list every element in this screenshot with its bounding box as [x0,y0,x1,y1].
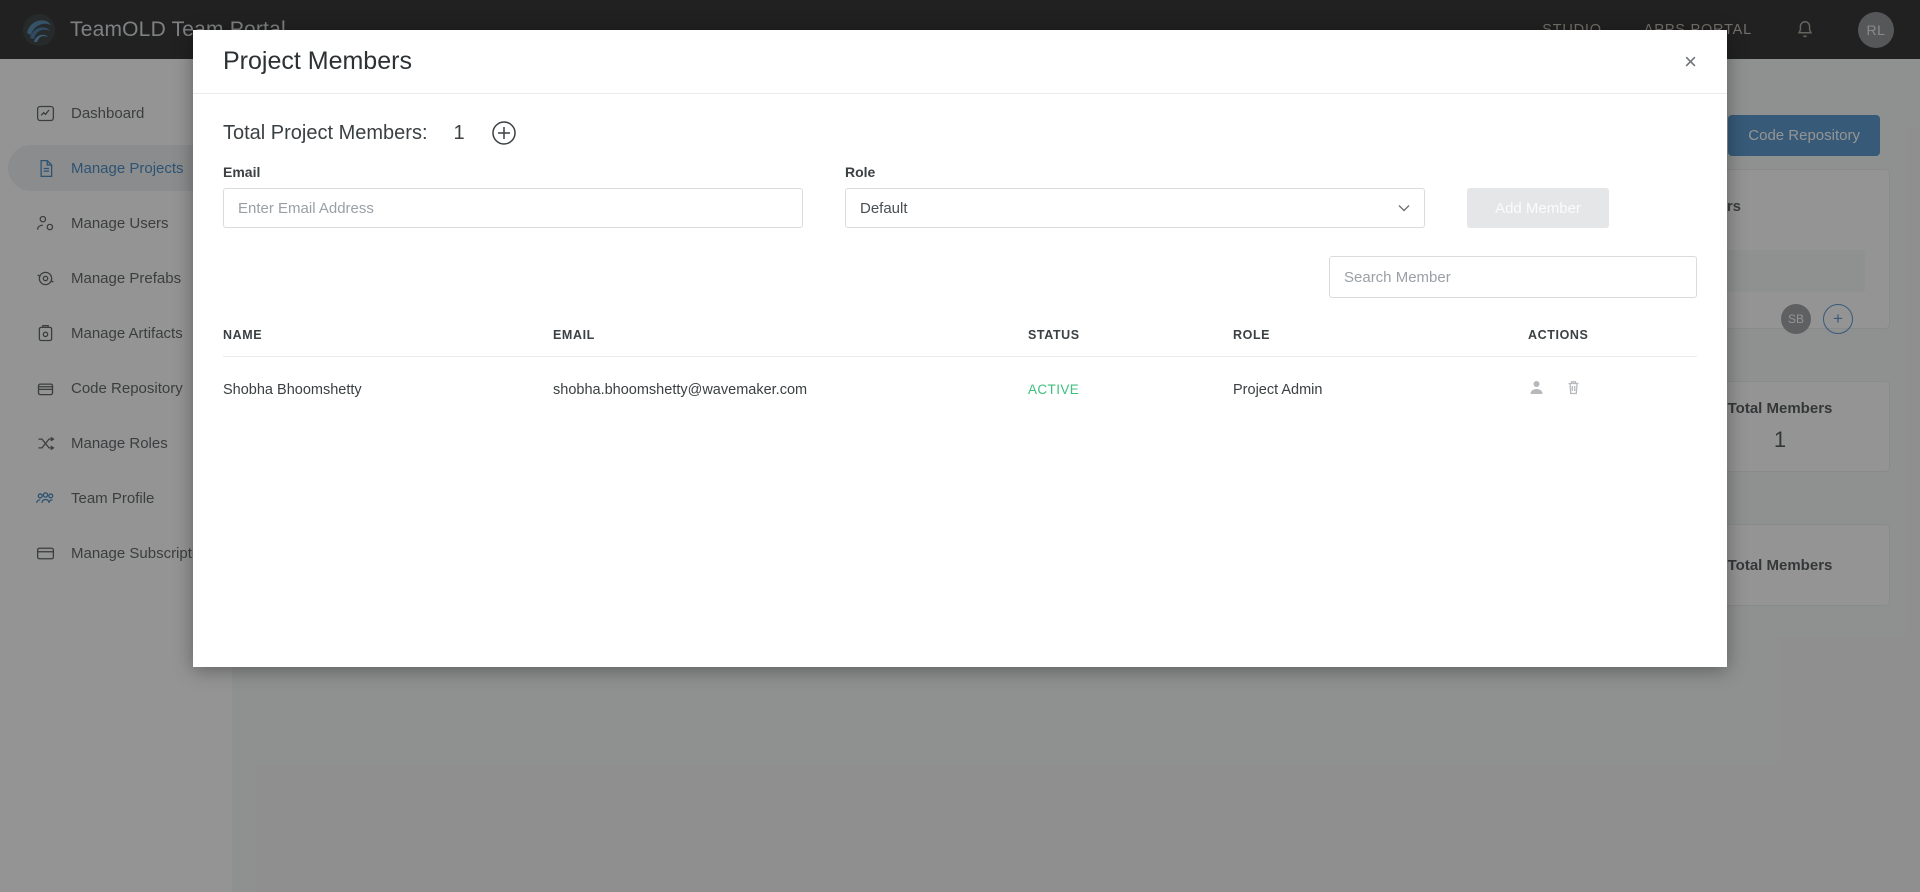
table-header: NAME EMAIL STATUS ROLE ACTIONS [223,328,1697,357]
add-member-button[interactable]: Add Member [1467,188,1609,228]
cell-actions [1528,379,1697,400]
email-label: Email [223,164,803,180]
project-members-modal: Project Members × Total Project Members:… [193,30,1727,667]
role-field-group: Role Default [845,164,1425,228]
close-icon[interactable]: × [1684,51,1697,73]
cell-role: Project Admin [1233,357,1528,401]
column-header-status: STATUS [1028,328,1233,357]
column-header-actions: ACTIONS [1528,328,1697,357]
trash-icon[interactable] [1565,379,1582,400]
total-members-row: Total Project Members: 1 [223,120,1697,146]
cell-name: Shobha Bhoomshetty [223,357,553,401]
column-header-role: ROLE [1233,328,1528,357]
chevron-down-icon[interactable] [1397,201,1411,215]
person-icon[interactable] [1528,379,1545,400]
app-root: TeamOLD Team Portal STUDIO APPS PORTAL R… [0,0,1920,892]
modal-body: Total Project Members: 1 Email Role [193,94,1727,400]
column-header-name: NAME [223,328,553,357]
status-badge: ACTIVE [1028,382,1079,397]
role-selected-value: Default [860,200,908,217]
column-header-email: EMAIL [553,328,1028,357]
email-field-group: Email [223,164,803,228]
role-label: Role [845,164,1425,180]
plus-circle-icon[interactable] [491,120,517,146]
email-field[interactable] [223,188,803,228]
search-row [223,256,1697,298]
table-body: Shobha Bhoomshetty shobha.bhoomshetty@wa… [223,357,1697,401]
add-member-form: Email Role Default Add Member [223,164,1697,228]
modal-header: Project Members × [193,30,1727,94]
cell-email: shobha.bhoomshetty@wavemaker.com [553,357,1028,401]
page-title: Project Members [223,47,412,76]
role-select-wrapper: Default [845,188,1425,228]
table-header-row: NAME EMAIL STATUS ROLE ACTIONS [223,328,1697,357]
role-select[interactable]: Default [845,188,1425,228]
total-members-label: Total Project Members: [223,122,428,145]
total-members-count: 1 [454,122,465,145]
members-table: NAME EMAIL STATUS ROLE ACTIONS Shobha Bh… [223,328,1697,400]
table-row: Shobha Bhoomshetty shobha.bhoomshetty@wa… [223,357,1697,401]
search-input[interactable] [1329,256,1697,298]
